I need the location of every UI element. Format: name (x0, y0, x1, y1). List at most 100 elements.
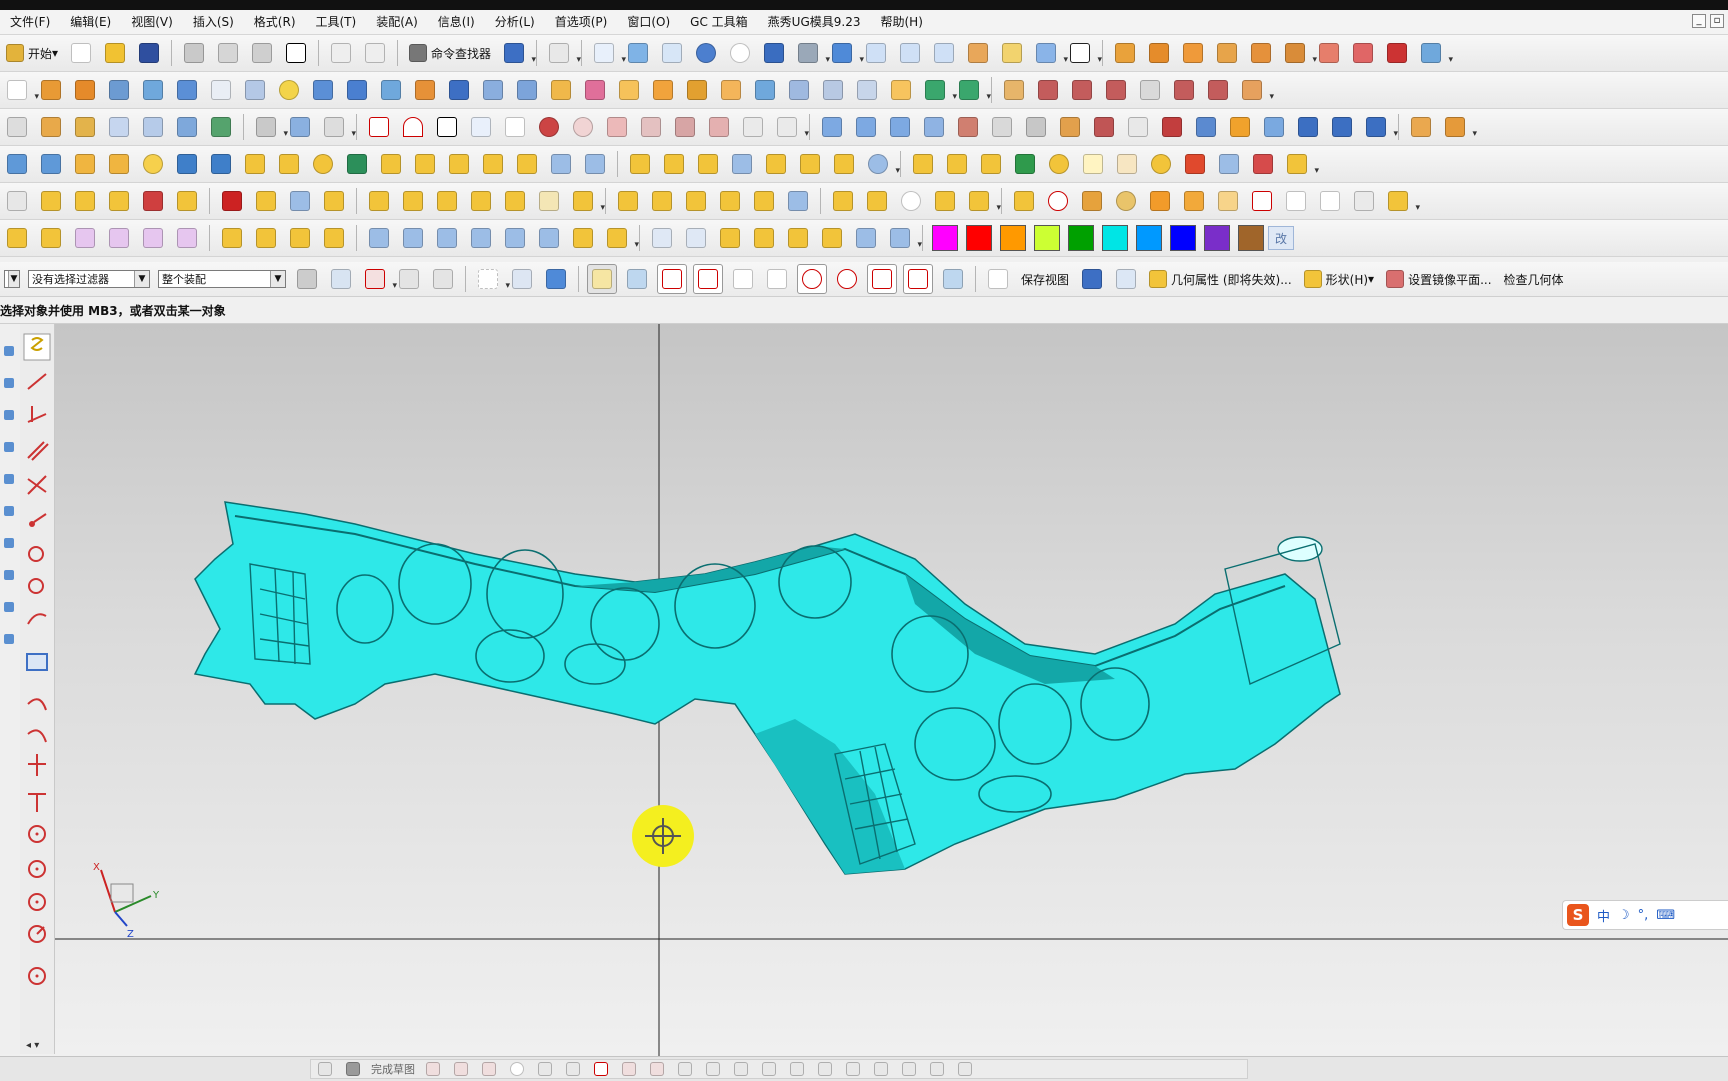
arc-tool-button[interactable] (479, 1060, 499, 1078)
cylinder-button[interactable] (309, 76, 337, 104)
mold-pin-button[interactable] (241, 150, 269, 178)
surface-i-button[interactable] (1090, 113, 1118, 141)
moon-icon[interactable]: ☽ (1618, 908, 1630, 923)
row6-6-button[interactable] (173, 224, 201, 252)
surface-g-button[interactable] (1022, 113, 1050, 141)
offset-button[interactable] (513, 76, 541, 104)
row6-21-button[interactable] (716, 224, 744, 252)
resource-tab-icon[interactable] (4, 602, 14, 612)
sync-21-button[interactable] (829, 187, 857, 215)
orange-cube-button[interactable] (1146, 187, 1174, 215)
helix-button[interactable] (535, 113, 563, 141)
mold-hook-button[interactable] (796, 150, 824, 178)
row6-5-button[interactable] (139, 224, 167, 252)
row6-20-button[interactable] (682, 224, 710, 252)
mold-ejector-button[interactable] (343, 150, 371, 178)
constraint-tool-button[interactable] (787, 1060, 807, 1078)
rectangle-button[interactable] (433, 113, 461, 141)
pdf-button[interactable] (1181, 150, 1209, 178)
mold-move-button[interactable] (37, 150, 65, 178)
mold-tool-3[interactable] (1179, 39, 1207, 67)
row6-12-button[interactable] (399, 224, 427, 252)
background-button[interactable] (1066, 39, 1102, 67)
row6-16-button[interactable] (535, 224, 563, 252)
mold-frame1-button[interactable] (173, 150, 201, 178)
surface-m-button[interactable] (1226, 113, 1254, 141)
move-feature-button[interactable] (139, 113, 167, 141)
mold-grid-button[interactable] (3, 150, 31, 178)
menu-information[interactable]: 信息(I) (428, 10, 485, 34)
filter-settings-button[interactable] (293, 265, 321, 293)
profile-button[interactable] (423, 1060, 443, 1078)
row6-14-button[interactable] (467, 224, 495, 252)
punctuation-icon[interactable]: °, (1638, 908, 1649, 923)
row6-10-button[interactable] (320, 224, 348, 252)
mold-plate-button[interactable] (71, 150, 99, 178)
color-swatch-cyan[interactable] (1102, 225, 1128, 251)
lightning-button[interactable] (1010, 187, 1038, 215)
snap-point-on-button[interactable] (867, 264, 897, 294)
resource-tab-icon[interactable] (4, 506, 14, 516)
finish-sketch-label[interactable]: 完成草图 (367, 1061, 419, 1077)
layer-button[interactable] (964, 39, 992, 67)
mold-k-button[interactable] (1113, 150, 1141, 178)
row6-26-button[interactable] (886, 224, 922, 252)
mold-globe-button[interactable] (1045, 150, 1073, 178)
ime-language[interactable]: 中 (1597, 906, 1610, 925)
orient-button[interactable] (794, 39, 830, 67)
menu-window[interactable]: 窗口(O) (617, 10, 680, 34)
sketch-button[interactable] (3, 76, 39, 104)
resource-tab-icon[interactable] (4, 442, 14, 452)
polyline-button[interactable] (467, 113, 495, 141)
surface-tool-4[interactable] (1102, 76, 1130, 104)
undo-button[interactable] (327, 39, 355, 67)
mold-gear-button[interactable] (1147, 150, 1175, 178)
row6-8-button[interactable] (252, 224, 280, 252)
menu-edit[interactable]: 编辑(E) (60, 10, 121, 34)
surface-e-button[interactable] (954, 113, 982, 141)
mirror-tool-button[interactable] (843, 1060, 863, 1078)
rect-select-button[interactable] (474, 265, 510, 293)
sync-7-button[interactable] (286, 187, 314, 215)
surface-j-button[interactable] (1124, 113, 1152, 141)
open-button[interactable] (101, 39, 129, 67)
mold-clock-button[interactable] (864, 150, 900, 178)
mold-bom-button[interactable] (1215, 150, 1243, 178)
cube-feature-button[interactable] (343, 76, 371, 104)
mold-tool-1[interactable] (1111, 39, 1139, 67)
measure-button[interactable] (252, 113, 288, 141)
resource-tab-icon[interactable] (4, 378, 14, 388)
line-button[interactable] (365, 113, 393, 141)
surface-o-button[interactable] (1294, 113, 1322, 141)
surface-n-button[interactable] (1260, 113, 1288, 141)
sync-9-button[interactable] (365, 187, 393, 215)
extend-tool-button[interactable] (731, 1060, 751, 1078)
intersection-curve-button[interactable] (705, 113, 733, 141)
row6-9-button[interactable] (286, 224, 314, 252)
resource-tab-icon[interactable] (4, 634, 14, 644)
surface-h-button[interactable] (1056, 113, 1084, 141)
snap-curve-button[interactable] (729, 265, 757, 293)
start-button[interactable]: 开始 ▾ (0, 39, 64, 67)
scope-select[interactable]: 整个装配 ▼ (158, 270, 286, 288)
geometry-props-button[interactable]: 几何属性 (即将失效)... (1143, 265, 1298, 293)
info-button[interactable] (545, 39, 581, 67)
edit-color-button[interactable]: 改 (1268, 226, 1295, 250)
mold-frame3-button[interactable] (581, 150, 609, 178)
box-button[interactable] (173, 76, 201, 104)
sync-4-button[interactable] (105, 187, 133, 215)
mold-tool-4[interactable] (1213, 39, 1241, 67)
resource-tab-icon[interactable] (4, 474, 14, 484)
menu-dropdown[interactable]: ▼ (4, 270, 20, 288)
resource-tab-icon[interactable] (4, 538, 14, 548)
surface-tool-1[interactable] (1000, 76, 1028, 104)
row6-18-button[interactable] (603, 224, 639, 252)
color-swatch-orange[interactable] (1000, 225, 1026, 251)
sync-13-button[interactable] (501, 187, 529, 215)
color-swatch-magenta[interactable] (932, 225, 958, 251)
surface-tool-8[interactable] (1238, 76, 1274, 104)
row6-23-button[interactable] (784, 224, 812, 252)
sync-10-button[interactable] (399, 187, 427, 215)
rotate-button[interactable] (692, 39, 720, 67)
chamfer-tool-button[interactable] (563, 1060, 583, 1078)
